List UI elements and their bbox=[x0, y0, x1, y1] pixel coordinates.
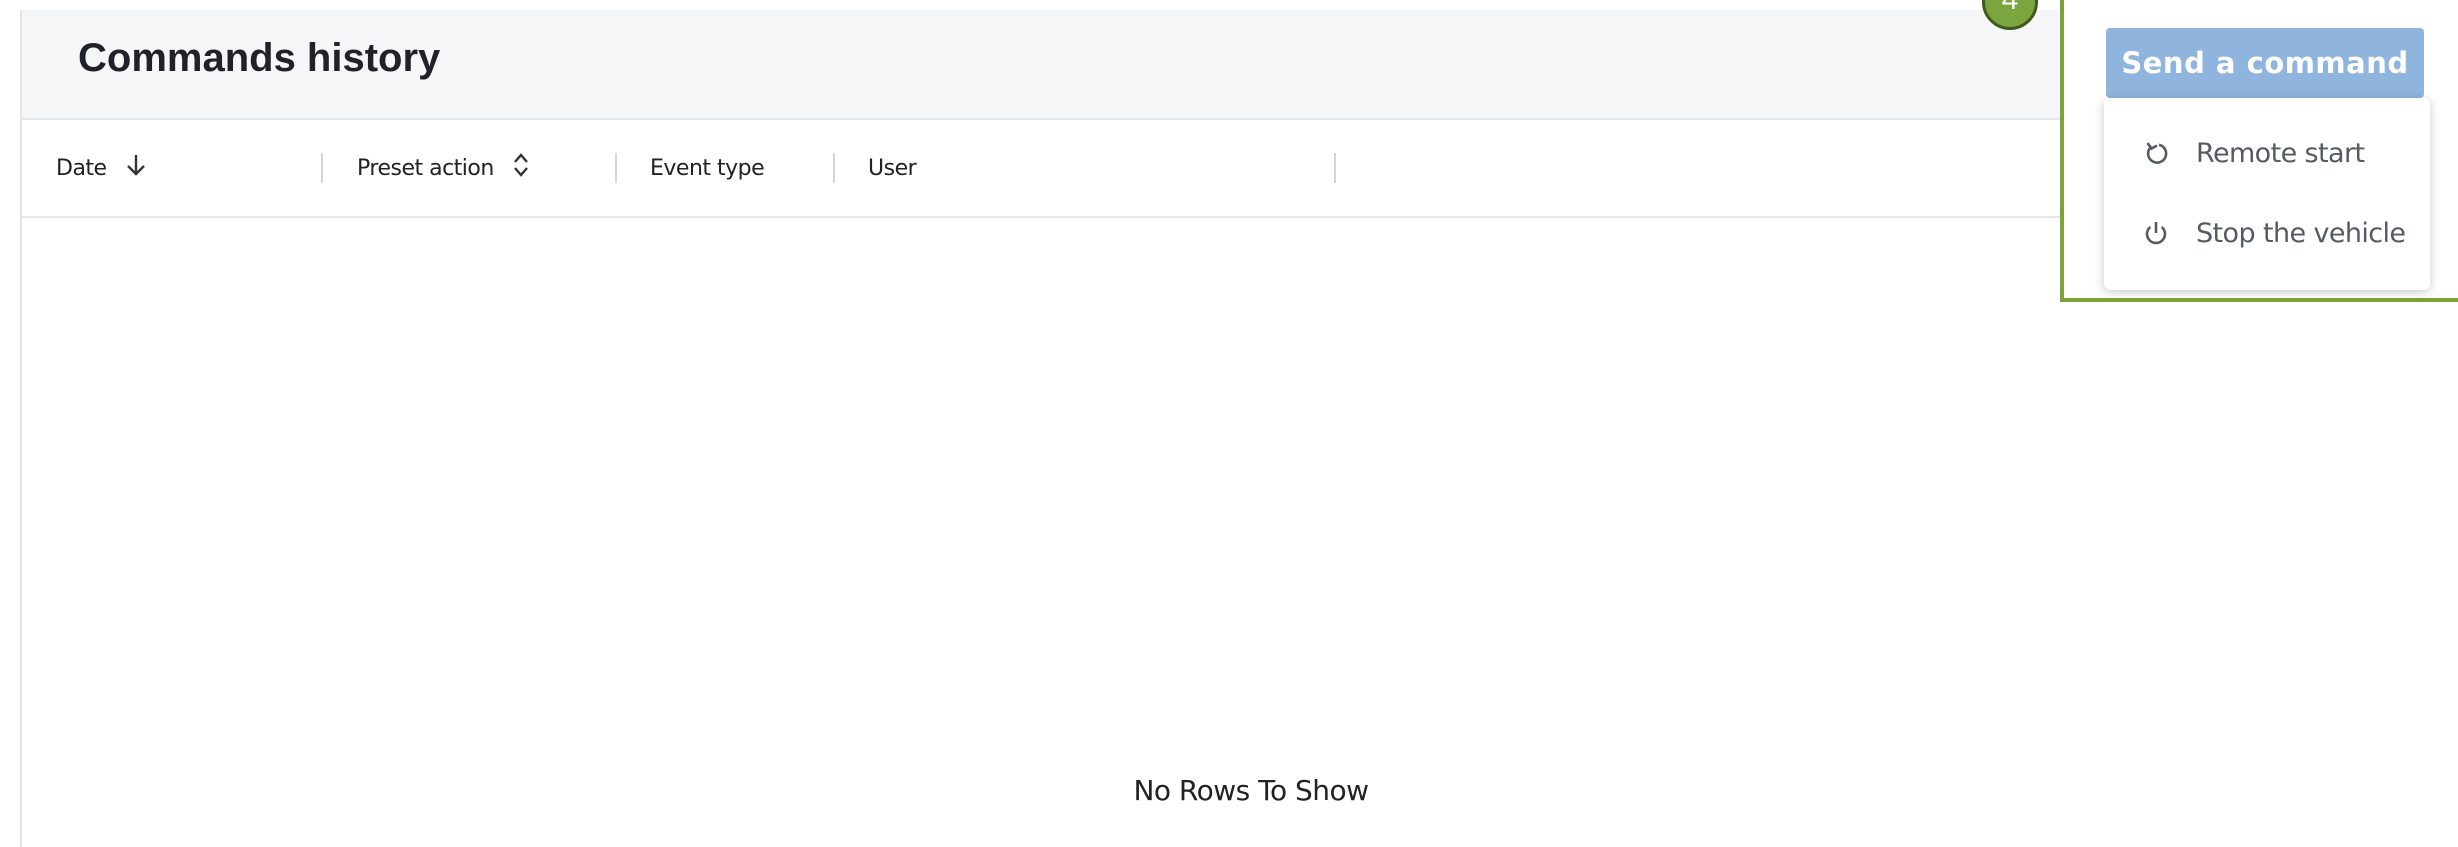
rotate-ccw-icon bbox=[2140, 137, 2172, 169]
column-separator[interactable] bbox=[321, 153, 323, 183]
column-separator[interactable] bbox=[1334, 153, 1336, 183]
send-command-button[interactable]: Send a command bbox=[2106, 28, 2424, 98]
command-dropdown-menu: Remote start Stop the vehicle bbox=[2104, 98, 2430, 290]
column-label-preset-action: Preset action bbox=[357, 155, 494, 181]
column-header-event-type[interactable]: Event type bbox=[650, 120, 765, 216]
empty-grid-message: No Rows To Show bbox=[1133, 774, 1369, 807]
column-header-user[interactable]: User bbox=[868, 120, 917, 216]
menu-item-label: Remote start bbox=[2196, 137, 2365, 169]
column-header-preset-action[interactable]: Preset action bbox=[357, 120, 530, 216]
column-header-date[interactable]: Date bbox=[56, 120, 147, 216]
column-label-user: User bbox=[868, 155, 917, 181]
page-title: Commands history bbox=[78, 36, 441, 80]
column-label-event-type: Event type bbox=[650, 155, 765, 181]
column-separator[interactable] bbox=[833, 153, 835, 183]
menu-item-remote-start[interactable]: Remote start bbox=[2104, 118, 2430, 188]
power-icon bbox=[2140, 217, 2172, 249]
column-separator[interactable] bbox=[615, 153, 617, 183]
menu-item-label: Stop the vehicle bbox=[2196, 217, 2406, 249]
menu-item-stop-vehicle[interactable]: Stop the vehicle bbox=[2104, 198, 2430, 268]
arrow-down-icon[interactable] bbox=[125, 153, 147, 184]
column-label-date: Date bbox=[56, 155, 107, 181]
sort-updown-icon[interactable] bbox=[512, 151, 530, 186]
